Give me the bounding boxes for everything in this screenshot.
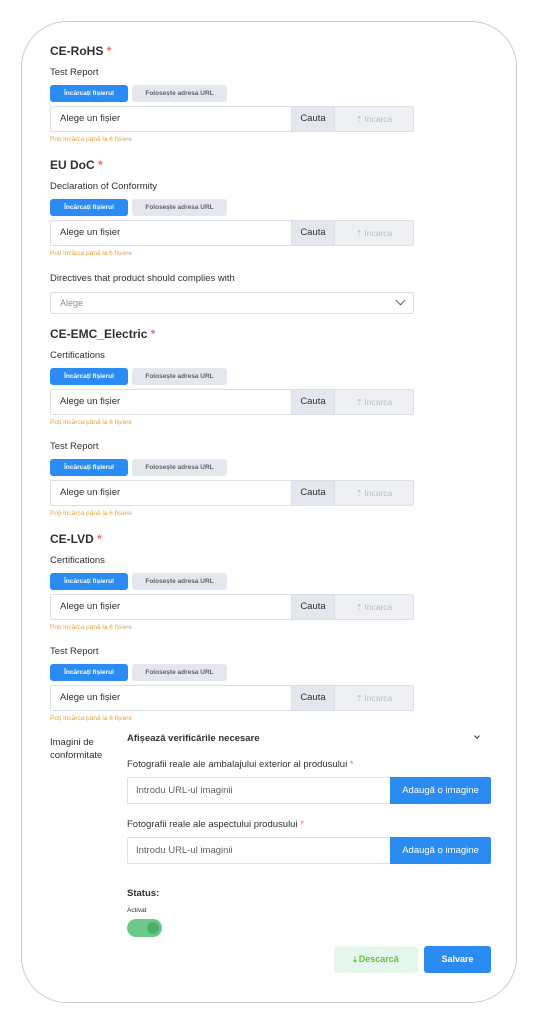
conformity-images-label: Imagini de conformitate <box>50 737 103 761</box>
toggle-knob <box>147 922 159 934</box>
tab-use-url[interactable]: Folosește adresa URL <box>132 664 227 681</box>
file-input-group: Alege un fișier Cauta ⇡ Incarca <box>50 220 414 246</box>
file-input-group: Alege un fișier Cauta ⇡ Incarca <box>50 685 414 711</box>
upload-icon: ⇡ <box>355 398 363 407</box>
tab-upload-file[interactable]: Încărcați fișierul <box>50 85 128 102</box>
directives-select[interactable]: Alege <box>50 292 414 314</box>
required-marker: * <box>300 819 304 830</box>
upload-limit-hint: Poți încărca până la 6 fișiere <box>50 136 133 143</box>
file-input-group: Alege un fișier Cauta ⇡ Incarca <box>50 594 414 620</box>
file-input-group: Alege un fișier Cauta ⇡ Incarca <box>50 480 414 506</box>
file-input-group: Alege un fișier Cauta ⇡ Incarca <box>50 389 414 415</box>
upload-mode-tabs: Încărcați fișierul Folosește adresa URL <box>50 573 414 590</box>
conformity-images-body: Afișează verificările necesare Fotografi… <box>127 728 491 937</box>
field-label-declaration: Declaration of Conformity <box>50 181 158 192</box>
file-input[interactable]: Alege un fișier <box>51 107 292 131</box>
upload-button[interactable]: ⇡ Incarca <box>335 107 413 131</box>
image-url-input[interactable]: Introdu URL-ul imaginii <box>127 837 390 864</box>
file-input[interactable]: Alege un fișier <box>51 390 292 414</box>
image-url-input[interactable]: Introdu URL-ul imaginii <box>127 777 390 804</box>
status-state-text: Activat <box>127 907 147 914</box>
file-input[interactable]: Alege un fișier <box>51 481 292 505</box>
tab-upload-file[interactable]: Încărcați fișierul <box>50 368 128 385</box>
field-label-certifications: Certifications <box>50 555 105 566</box>
upload-button[interactable]: ⇡ Incarca <box>335 686 413 710</box>
upload-mode-tabs: Încărcați fișierul Folosește adresa URL <box>50 459 414 476</box>
upload-button[interactable]: ⇡ Incarca <box>335 390 413 414</box>
upload-mode-tabs: Încărcați fișierul Folosește adresa URL <box>50 85 414 102</box>
tab-use-url[interactable]: Folosește adresa URL <box>132 459 227 476</box>
photo-appearance-label: Fotografii reale ale aspectului produsul… <box>127 819 304 830</box>
tab-upload-file[interactable]: Încărcați fișierul <box>50 664 128 681</box>
photo-packaging-input-group: Introdu URL-ul imaginii Adaugă o imagine <box>127 777 491 804</box>
upload-limit-hint: Poți încărca până la 6 fișiere <box>50 250 133 257</box>
upload-icon: ⇡ <box>355 489 363 498</box>
required-marker: * <box>97 532 102 546</box>
field-label-test-report: Test Report <box>50 441 99 452</box>
select-value: Alege <box>60 298 84 308</box>
browse-button[interactable]: Cauta <box>292 481 335 505</box>
upload-limit-hint: Poți încărca până la 6 fișiere <box>50 624 133 631</box>
status-toggle[interactable] <box>127 919 162 937</box>
certificates-form: CE-RoHS * Test Report Încărcați fișierul… <box>50 44 414 723</box>
tab-upload-file[interactable]: Încărcați fișierul <box>50 573 128 590</box>
browse-button[interactable]: Cauta <box>292 107 335 131</box>
chevron-down-icon <box>474 733 480 739</box>
photo-packaging-label: Fotografii reale ale ambalajului exterio… <box>127 759 354 770</box>
status-label: Status: <box>127 888 160 899</box>
browse-button[interactable]: Cauta <box>292 686 335 710</box>
required-marker: * <box>98 158 103 172</box>
upload-limit-hint: Poți încărca până la 6 fișiere <box>50 419 133 426</box>
section-title-lvd: CE-LVD * <box>50 532 102 546</box>
photo-appearance-input-group: Introdu URL-ul imaginii Adaugă o imagine <box>127 837 491 864</box>
upload-icon: ⇡ <box>355 115 363 124</box>
field-label-directives: Directives that product should complies … <box>50 273 235 284</box>
required-marker: * <box>349 759 354 770</box>
browse-button[interactable]: Cauta <box>292 221 335 245</box>
save-button[interactable]: Salvare <box>424 946 491 973</box>
upload-icon: ⇡ <box>355 603 363 612</box>
add-image-button[interactable]: Adaugă o imagine <box>390 837 491 864</box>
download-icon: ⤓ <box>353 955 357 964</box>
download-button[interactable]: ⤓ Descarcă <box>334 946 418 973</box>
tab-use-url[interactable]: Folosește adresa URL <box>132 368 227 385</box>
section-title-rohs: CE-RoHS * <box>50 44 112 58</box>
file-input[interactable]: Alege un fișier <box>51 686 292 710</box>
field-label-test-report: Test Report <box>50 646 99 657</box>
file-input[interactable]: Alege un fișier <box>51 221 292 245</box>
tab-use-url[interactable]: Folosește adresa URL <box>132 85 227 102</box>
tab-upload-file[interactable]: Încărcați fișierul <box>50 199 128 216</box>
tab-use-url[interactable]: Folosește adresa URL <box>132 199 227 216</box>
upload-limit-hint: Poți încărca până la 6 fișiere <box>50 510 133 517</box>
conformity-images-section: Imagini de conformitate Afișează verific… <box>50 728 491 938</box>
required-marker: * <box>150 327 156 341</box>
upload-button[interactable]: ⇡ Incarca <box>335 221 413 245</box>
upload-mode-tabs: Încărcați fișierul Folosește adresa URL <box>50 664 414 681</box>
upload-limit-hint: Poți încărca până la 6 fișiere <box>50 715 133 722</box>
upload-icon: ⇡ <box>355 694 363 703</box>
upload-icon: ⇡ <box>355 229 363 238</box>
upload-button[interactable]: ⇡ Incarca <box>335 481 413 505</box>
field-label-certifications: Certifications <box>50 350 105 361</box>
field-label-test-report: Test Report <box>50 67 99 78</box>
file-input-group: Alege un fișier Cauta ⇡ Incarca <box>50 106 414 132</box>
add-image-button[interactable]: Adaugă o imagine <box>390 777 491 804</box>
section-title-emc: CE-EMC_Electric * <box>50 327 156 341</box>
file-input[interactable]: Alege un fișier <box>51 595 292 619</box>
show-checks-toggle[interactable]: Afișează verificările necesare <box>127 732 491 746</box>
browse-button[interactable]: Cauta <box>292 390 335 414</box>
tab-use-url[interactable]: Folosește adresa URL <box>132 573 227 590</box>
browse-button[interactable]: Cauta <box>292 595 335 619</box>
upload-mode-tabs: Încărcați fișierul Folosește adresa URL <box>50 199 414 216</box>
section-title-eudoc: EU DoC * <box>50 158 103 172</box>
required-marker: * <box>106 44 112 58</box>
upload-button[interactable]: ⇡ Incarca <box>335 595 413 619</box>
tab-upload-file[interactable]: Încărcați fișierul <box>50 459 128 476</box>
form-card: CE-RoHS * Test Report Încărcați fișierul… <box>21 21 517 1003</box>
upload-mode-tabs: Încărcați fișierul Folosește adresa URL <box>50 368 414 385</box>
